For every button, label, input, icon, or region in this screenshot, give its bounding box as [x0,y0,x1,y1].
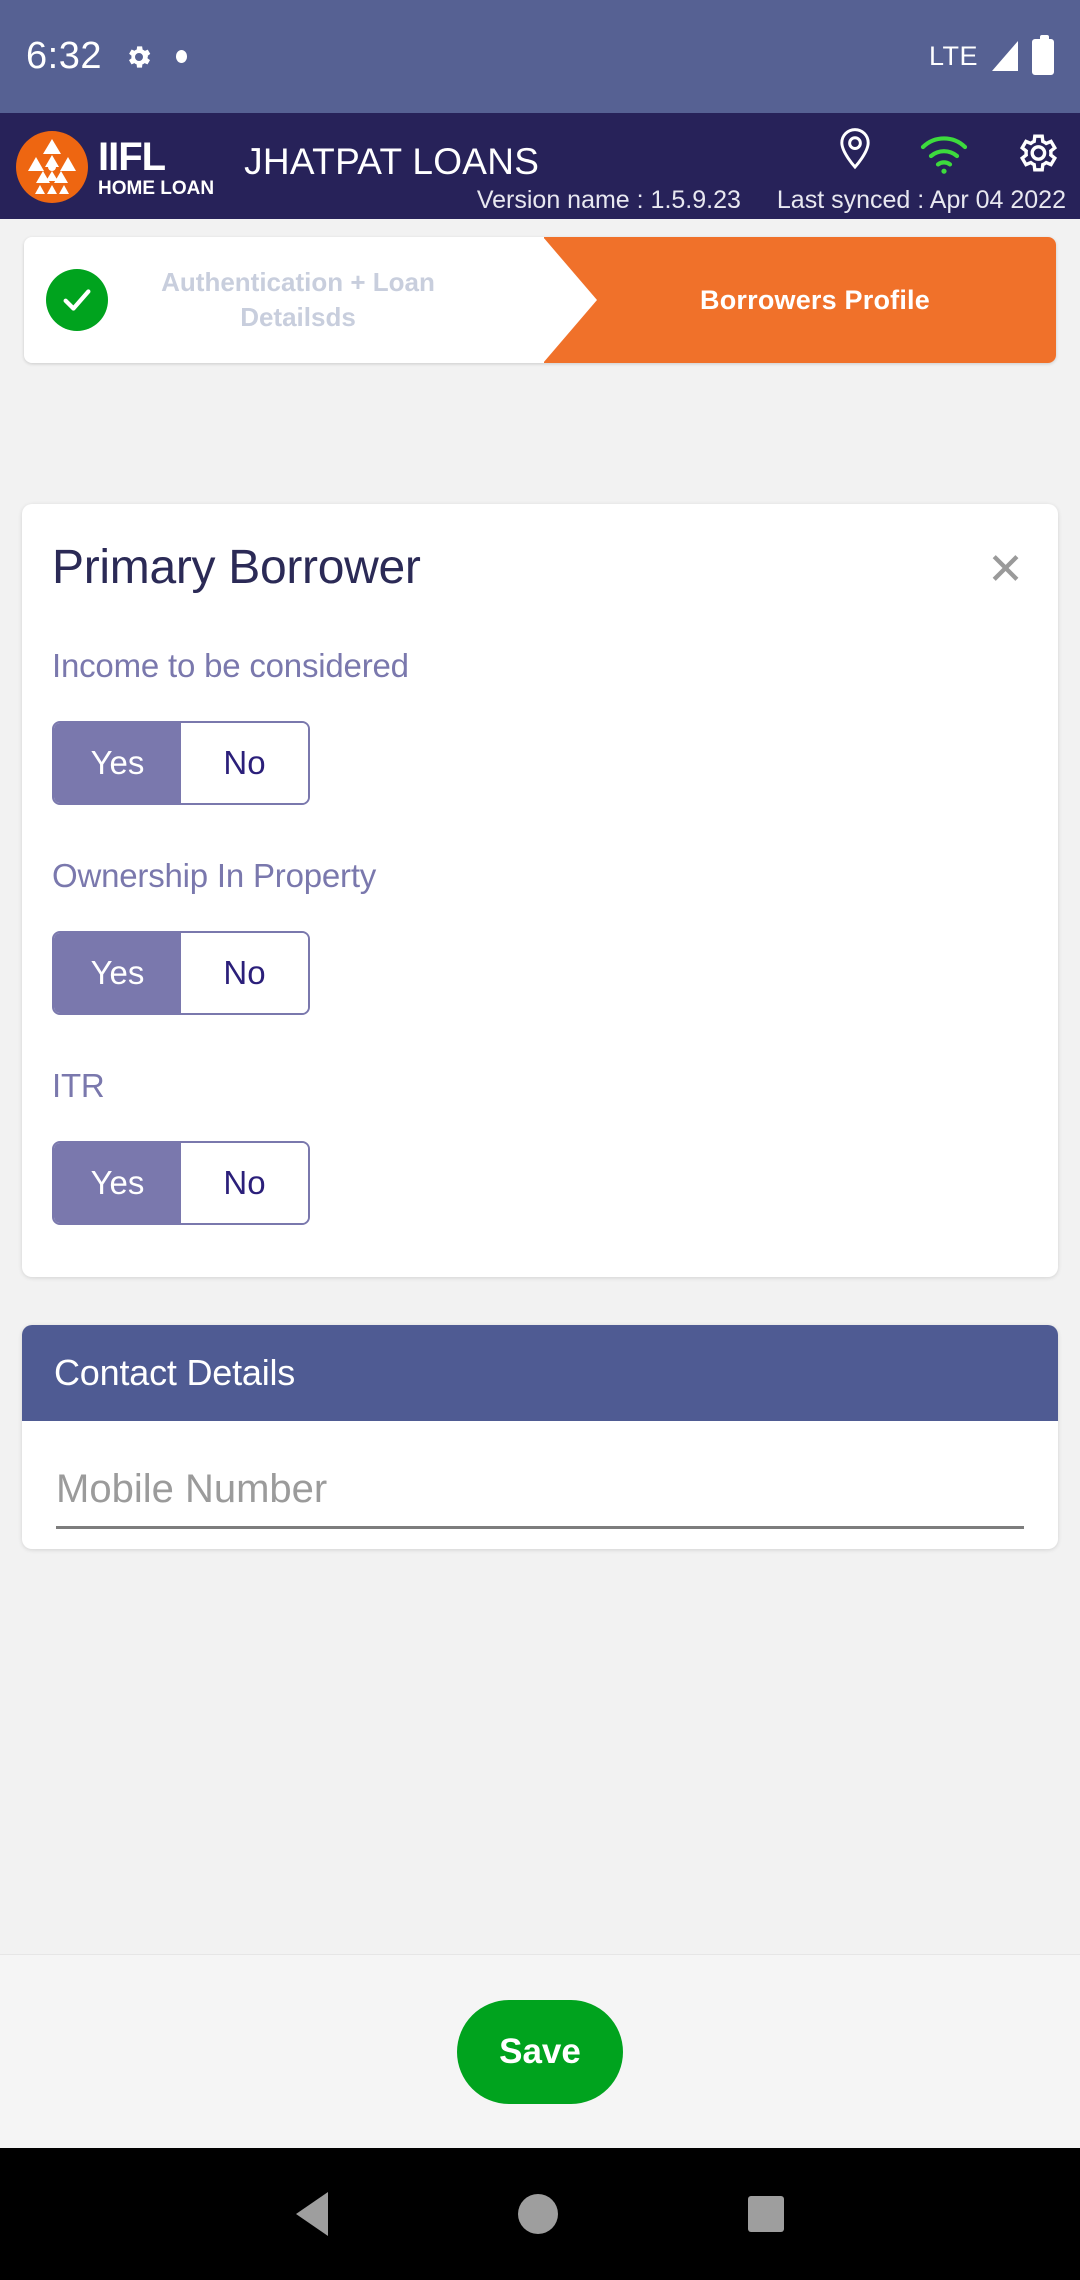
dot-icon [175,50,187,63]
wifi-icon[interactable] [918,130,970,181]
contact-details-card-body [22,1421,1058,1549]
battery-full-icon [1032,34,1054,75]
toggle-option-yes[interactable]: Yes [54,933,181,1013]
form-scroll-area[interactable]: Primary Borrower ✕ Income to be consider… [0,462,1080,1954]
status-bar-left: 6:32 [26,35,187,78]
stepper-chevron-icon [544,237,597,363]
field-itr: ITR Yes No [22,1067,1058,1225]
toggle-option-yes[interactable]: Yes [54,1143,181,1223]
field-label: ITR [52,1067,105,1104]
version-label: Version name : 1.5.9.23 [476,186,741,214]
stepper-container: Authentication + Loan Detailsds Borrower… [0,219,1080,363]
app-header: IIFL HOME LOAN JHATPAT LOANS Version nam… [0,113,1080,219]
contact-details-title: Contact Details [54,1352,296,1393]
field-ownership-in-property: Ownership In Property Yes No [22,857,1058,1015]
toggle-option-no[interactable]: No [181,933,308,1013]
last-synced-label: Last synced : Apr 04 2022 [776,186,1066,214]
home-circle-icon[interactable] [518,2194,558,2234]
recents-square-icon[interactable] [748,2196,784,2232]
header-action-icons [834,127,1060,184]
mobile-number-input[interactable] [56,1467,1024,1512]
status-bar-right: LTE [928,34,1054,75]
contact-details-card-header: Contact Details [22,1325,1058,1421]
breadcrumb: Authentication + Loan Detailsds Borrower… [24,237,1056,363]
android-nav-bar [0,2148,1080,2280]
field-income-to-be-considered: Income to be considered Yes No [22,647,1058,805]
location-pin-icon[interactable] [834,127,876,184]
back-triangle-icon[interactable] [296,2192,328,2236]
signal-triangle-icon [992,40,1018,71]
yes-no-toggle[interactable]: Yes No [52,931,310,1015]
header-meta: Version name : 1.5.9.23 Last synced : Ap… [0,186,1080,215]
check-circle-icon [46,269,108,331]
network-type-label: LTE [928,41,978,71]
save-button[interactable]: Save [457,1999,623,2104]
close-icon[interactable]: ✕ [987,548,1024,592]
status-bar: 6:32 LTE [0,0,1080,113]
toggle-option-no[interactable]: No [181,723,308,803]
field-label: Ownership In Property [52,857,377,894]
gear-icon [124,42,154,72]
mobile-number-field[interactable] [56,1467,1024,1529]
contact-details-card: Contact Details [22,1325,1058,1549]
status-clock: 6:32 [26,35,102,77]
bottom-action-bar: Save [0,1954,1080,2148]
toggle-option-yes[interactable]: Yes [54,723,181,803]
yes-no-toggle[interactable]: Yes No [52,1141,310,1225]
primary-borrower-card: Primary Borrower ✕ Income to be consider… [22,504,1058,1277]
yes-no-toggle[interactable]: Yes No [52,721,310,805]
page-title: JHATPAT LOANS [244,141,540,182]
toggle-option-no[interactable]: No [181,1143,308,1223]
stepper-active-label: Borrowers Profile [700,284,930,315]
stepper-step-completed[interactable]: Authentication + Loan Detailsds [24,237,544,363]
brand-name: IIFL [98,134,166,179]
stepper-step-active[interactable]: Borrowers Profile [544,237,1056,363]
stepper-completed-label: Authentication + Loan Detailsds [161,266,435,332]
primary-borrower-card-header: Primary Borrower ✕ [22,540,1058,595]
field-label: Income to be considered [52,647,409,684]
primary-borrower-title: Primary Borrower [52,541,421,594]
gear-icon[interactable] [1012,129,1060,182]
